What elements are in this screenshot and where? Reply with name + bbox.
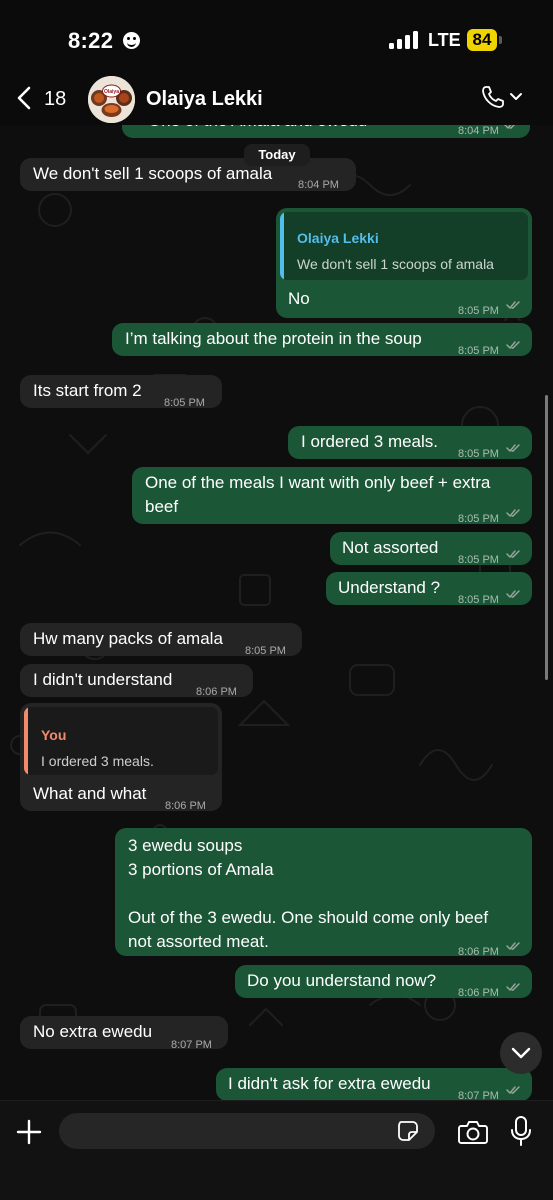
cellular-signal-icon [389, 31, 419, 49]
message-time: 8:05 PM [458, 554, 499, 566]
message-time: 8:07 PM [171, 1039, 212, 1051]
chevron-down-icon [511, 1047, 531, 1059]
message-text: Its start from 2 [33, 381, 142, 400]
message-text: I’m talking about the protein in the sou… [125, 329, 422, 348]
message-text: No [288, 289, 310, 308]
battery-level: 84 [467, 29, 497, 51]
message-bubble-incoming[interactable]: Its start from 2 8:05 PM [20, 375, 222, 409]
contact-avatar[interactable]: Olaiya [88, 76, 135, 123]
chevron-down-icon[interactable] [509, 90, 523, 104]
camera-icon[interactable] [457, 1118, 489, 1146]
read-ticks-icon [504, 125, 515, 130]
quote-text: We don't sell 1 scoops of amala [297, 256, 494, 272]
read-ticks-icon [506, 942, 520, 951]
message-text: What and what [33, 784, 147, 803]
message-time: 8:05 PM [245, 645, 286, 657]
focus-mode-icon [123, 32, 140, 49]
quote-accent-bar [280, 212, 284, 280]
read-ticks-icon [506, 983, 520, 992]
message-input[interactable] [59, 1113, 435, 1149]
plus-icon[interactable] [15, 1118, 43, 1146]
battery-cap-icon [499, 36, 502, 44]
status-time: 8:22 [68, 28, 114, 53]
message-time: 8:06 PM [458, 946, 499, 958]
message-time: 8:05 PM [458, 594, 499, 606]
network-type: LTE [428, 30, 461, 50]
read-ticks-icon [506, 509, 520, 518]
chat-header: 18 Olaiya Olaiya Lekki [0, 76, 553, 125]
message-bubble-outgoing-reply[interactable]: Olaiya Lekki We don't sell 1 scoops of a… [276, 208, 532, 318]
message-time: 8:04 PM [458, 125, 499, 137]
back-chevron-icon[interactable] [14, 86, 38, 110]
read-ticks-icon [506, 444, 520, 453]
scrollbar-thumb[interactable] [545, 395, 548, 680]
read-ticks-icon [506, 550, 520, 559]
quoted-message[interactable]: Olaiya Lekki We don't sell 1 scoops of a… [280, 212, 528, 280]
read-ticks-icon [506, 590, 520, 599]
sticker-icon[interactable] [396, 1119, 420, 1143]
chat-area[interactable]: One of the Amala and ewedu 8:04 PM We do… [0, 125, 553, 1100]
quote-author: You [41, 727, 67, 743]
message-time: 8:04 PM [298, 179, 339, 191]
message-time: 8:07 PM [458, 1090, 499, 1100]
message-bubble-incoming[interactable]: No extra ewedu 8:07 PM [20, 1016, 228, 1051]
message-text: I didn't understand [33, 670, 173, 689]
message-bubble-outgoing[interactable]: I didn't ask for extra ewedu 8:07 PM [216, 1068, 532, 1100]
read-ticks-icon [506, 341, 520, 350]
message-bubble-incoming[interactable]: I didn't understand 8:06 PM [20, 664, 253, 698]
message-text: Do you understand now? [247, 971, 437, 990]
message-time: 8:05 PM [458, 513, 499, 525]
back-unread-count[interactable]: 18 [44, 88, 66, 111]
message-text: I ordered 3 meals. [301, 432, 439, 451]
message-time: 8:06 PM [196, 686, 237, 698]
read-ticks-icon [506, 301, 520, 310]
message-text: 3 ewedu soups 3 portions of Amala Out of… [128, 836, 489, 951]
message-time: 8:05 PM [458, 448, 499, 460]
quote-accent-bar [24, 707, 28, 775]
message-bubble-outgoing[interactable]: I ordered 3 meals. 8:05 PM [288, 426, 532, 460]
svg-text:Olaiya: Olaiya [104, 89, 119, 95]
avatar-logo-icon: Olaiya [88, 76, 135, 123]
message-time: 8:05 PM [458, 345, 499, 357]
message-time: 8:06 PM [458, 987, 499, 999]
quote-author: Olaiya Lekki [297, 230, 379, 246]
message-bubble-outgoing[interactable]: I’m talking about the protein in the sou… [112, 323, 532, 357]
message-bubble-outgoing[interactable]: Do you understand now? 8:06 PM [235, 965, 532, 999]
scroll-to-bottom-button[interactable] [500, 1032, 542, 1074]
message-text: We don't sell 1 scoops of amala [33, 164, 273, 183]
message-text: Hw many packs of amala [33, 629, 223, 648]
message-bubble-outgoing[interactable]: Understand ? 8:05 PM [326, 572, 532, 606]
message-text: Understand ? [338, 578, 441, 597]
message-time: 8:05 PM [458, 305, 499, 317]
message-time: 8:06 PM [165, 800, 206, 812]
quote-text: I ordered 3 meals. [41, 753, 154, 769]
message-bubble-outgoing[interactable]: 3 ewedu soups 3 portions of Amala Out of… [115, 828, 532, 958]
message-bubble-incoming-reply[interactable]: You I ordered 3 meals. What and what 8:0… [20, 703, 222, 812]
status-bar: 8:22 LTE 84 [0, 0, 553, 80]
microphone-icon[interactable] [509, 1115, 533, 1147]
message-bubble-outgoing[interactable]: One of the Amala and ewedu 8:04 PM [122, 125, 530, 138]
quoted-message[interactable]: You I ordered 3 meals. [24, 707, 218, 775]
message-text: I didn't ask for extra ewedu [228, 1074, 431, 1093]
phone-icon[interactable] [480, 84, 506, 110]
message-text: One of the meals I want with only beef +… [145, 473, 491, 516]
message-bubble-outgoing[interactable]: Not assorted 8:05 PM [330, 532, 532, 566]
contact-name[interactable]: Olaiya Lekki [146, 88, 263, 111]
date-separator: Today [244, 144, 310, 166]
message-text: Not assorted [342, 538, 439, 557]
message-time: 8:05 PM [164, 397, 205, 409]
message-text: No extra ewedu [33, 1022, 153, 1041]
message-input-bar [0, 1100, 553, 1200]
message-bubble-outgoing[interactable]: One of the meals I want with only beef +… [132, 467, 532, 525]
message-bubble-incoming[interactable]: Hw many packs of amala 8:05 PM [20, 623, 302, 657]
message-text: One of the Amala and ewedu [148, 125, 367, 133]
read-ticks-icon [506, 1086, 520, 1095]
